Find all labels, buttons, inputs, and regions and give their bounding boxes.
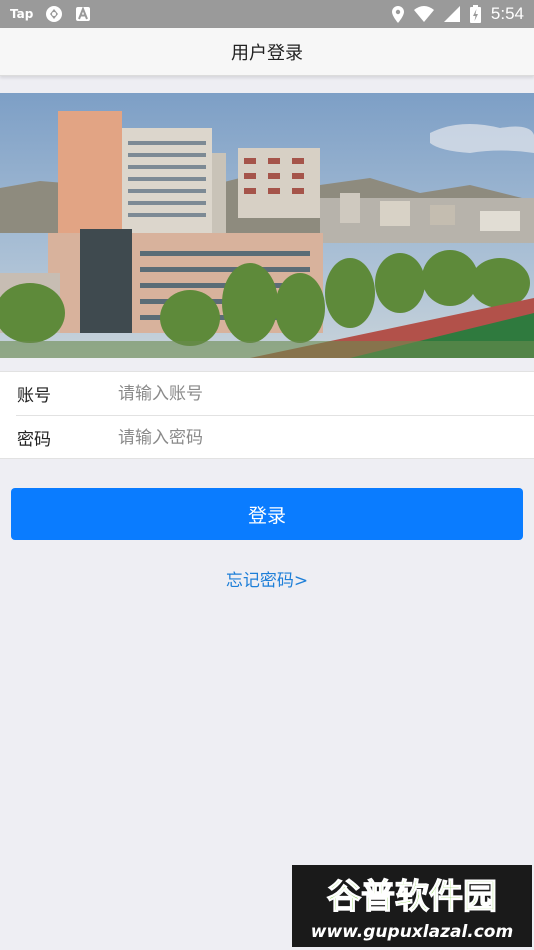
login-button[interactable]: 登录 [11, 488, 523, 540]
wifi-icon [413, 6, 434, 22]
nav-bar: 用户登录 [0, 28, 534, 76]
password-label: 密码 [17, 430, 51, 450]
svg-text:谷普软件园: 谷普软件园 [327, 877, 497, 917]
account-row: 账号 [0, 372, 534, 415]
status-bar: Tap 5:54 [0, 0, 534, 28]
campus-photo [0, 93, 534, 358]
tap-indicator: Tap [10, 7, 34, 21]
app-notification-icon [76, 6, 91, 21]
clock: 5:54 [490, 4, 524, 23]
password-row: 密码 [0, 416, 534, 459]
sync-icon [46, 6, 63, 22]
forgot-password-link[interactable]: 忘记密码> [0, 566, 534, 591]
login-form: 账号 密码 [0, 371, 534, 459]
account-label: 账号 [17, 386, 51, 406]
svg-text:www.gupuxlazal.com: www.gupuxlazal.com [311, 922, 513, 942]
location-icon [391, 5, 404, 23]
campus-banner-image [0, 93, 534, 358]
signal-icon [443, 6, 460, 22]
site-watermark-logo: 谷普软件园 www.gupuxlazal.com [292, 865, 532, 947]
battery-icon [469, 5, 481, 23]
status-bar-notifications: Tap [10, 5, 91, 23]
password-input[interactable] [118, 422, 518, 453]
page-title: 用户登录 [231, 42, 303, 64]
account-input[interactable] [118, 378, 518, 409]
status-bar-system: 5:54 [391, 4, 524, 24]
